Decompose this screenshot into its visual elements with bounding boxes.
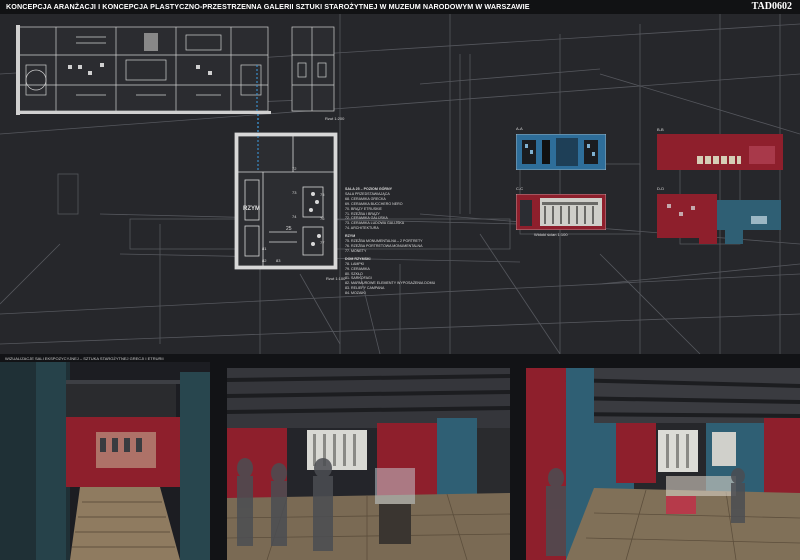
visualization-image-2: [227, 368, 510, 560]
room-number: 74: [292, 214, 297, 219]
board-title: KONCEPCJA ARANŻACJI I KONCEPCJA PLASTYCZ…: [6, 2, 530, 11]
legend-item: 84. MOZAIKI: [345, 291, 366, 296]
section-label-dd: D-D: [657, 186, 665, 191]
drawing-sheet: Rzut 1:200 RZYM Rzut 1:100 72 73 74 75 7…: [0, 14, 800, 354]
room-number: 81: [262, 246, 267, 251]
room-number: 76: [320, 216, 325, 221]
room-number: 75: [320, 192, 325, 197]
floor-plan-overall: [16, 25, 271, 115]
room-number: 83: [276, 258, 281, 263]
room-number: 72: [292, 166, 297, 171]
section-label-bb: B-B: [657, 127, 664, 132]
visualizations-caption: WIZUALIZACJE SALI EKSPOZYCYJNEJ – SZTUKA…: [5, 356, 164, 361]
room-number: 82: [262, 258, 267, 263]
section-view-dd: [657, 194, 781, 244]
room-number: 25: [286, 226, 292, 232]
room-number: 77: [320, 240, 325, 245]
section-label-aa: A-A: [516, 126, 523, 131]
legend-item: 77. MONETY: [345, 248, 367, 253]
exhibit-legend: SALA 25 – POZIOM GÓRNY SALA PRZEDSTAWIAJ…: [345, 184, 437, 296]
header-bar: KONCEPCJA ARANŻACJI I KONCEPCJA PLASTYCZ…: [0, 0, 800, 14]
scale-label-top: Rzut 1:200: [325, 116, 345, 121]
section-label-cc: C-C: [516, 186, 524, 191]
floor-plan-room-rzym: [234, 132, 338, 270]
section-view-cc: [516, 194, 606, 230]
visualization-image-1: [0, 362, 210, 560]
sections-scale-label: Widoki ścian 1:100: [534, 232, 568, 237]
floor-plan-side: [291, 26, 335, 112]
room-number: 73: [292, 190, 297, 195]
visualization-image-3: [526, 368, 800, 560]
section-view-aa: [516, 134, 606, 170]
room-label-rzym: RZYM: [243, 206, 260, 212]
scale-label-mid: Rzut 1:100: [326, 276, 346, 281]
board-code: TAD0602: [751, 1, 792, 12]
legend-item: 74. ARCHITEKTURA: [345, 226, 379, 231]
section-view-bb: [657, 134, 783, 170]
